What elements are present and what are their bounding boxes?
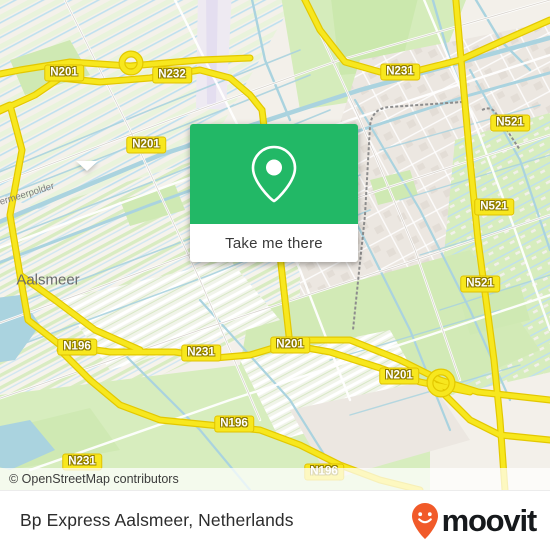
road-shield: N232 — [152, 66, 192, 84]
map-pin-icon — [251, 145, 297, 203]
take-me-there-label: Take me there — [225, 234, 323, 252]
footer-bar: Bp Express Aalsmeer, Netherlands moovit — [0, 490, 550, 550]
popup-hero — [190, 124, 358, 224]
moovit-logo[interactable]: moovit — [410, 502, 538, 540]
moovit-pin-icon — [411, 502, 438, 539]
road-shield: N201 — [126, 136, 166, 154]
road-shield: N231 — [380, 63, 420, 81]
road-shield: N521 — [490, 114, 530, 132]
place-label: Aalsmeer — [16, 271, 80, 289]
moovit-map-screen: N201 N232 N231 N201 N521 N521 N521 N196 N231 N201… — [0, 0, 550, 550]
map-viewport[interactable]: N201 N232 N231 N201 N521 N521 N521 N196 N231 N201… — [0, 0, 550, 490]
road-shield: N521 — [460, 275, 500, 293]
popup-action-bar[interactable]: Take me there — [190, 224, 358, 262]
road-shield: N196 — [57, 338, 97, 356]
road-shield: N201 — [44, 64, 84, 82]
osm-attribution-text[interactable]: © OpenStreetMap contributors — [0, 472, 179, 486]
location-popup-card[interactable]: Take me there — [190, 124, 358, 262]
road-shield: N521 — [474, 198, 514, 216]
place-title: Bp Express Aalsmeer, Netherlands — [20, 510, 294, 530]
map-attribution-bar[interactable]: © OpenStreetMap contributors — [0, 468, 550, 490]
road-shield: N196 — [214, 415, 254, 433]
moovit-wordmark: moovit — [441, 503, 538, 538]
popup-pointer-tail — [76, 161, 98, 171]
road-shield: N231 — [181, 344, 221, 362]
road-shield: N201 — [379, 367, 419, 385]
road-shield: N201 — [270, 336, 310, 354]
